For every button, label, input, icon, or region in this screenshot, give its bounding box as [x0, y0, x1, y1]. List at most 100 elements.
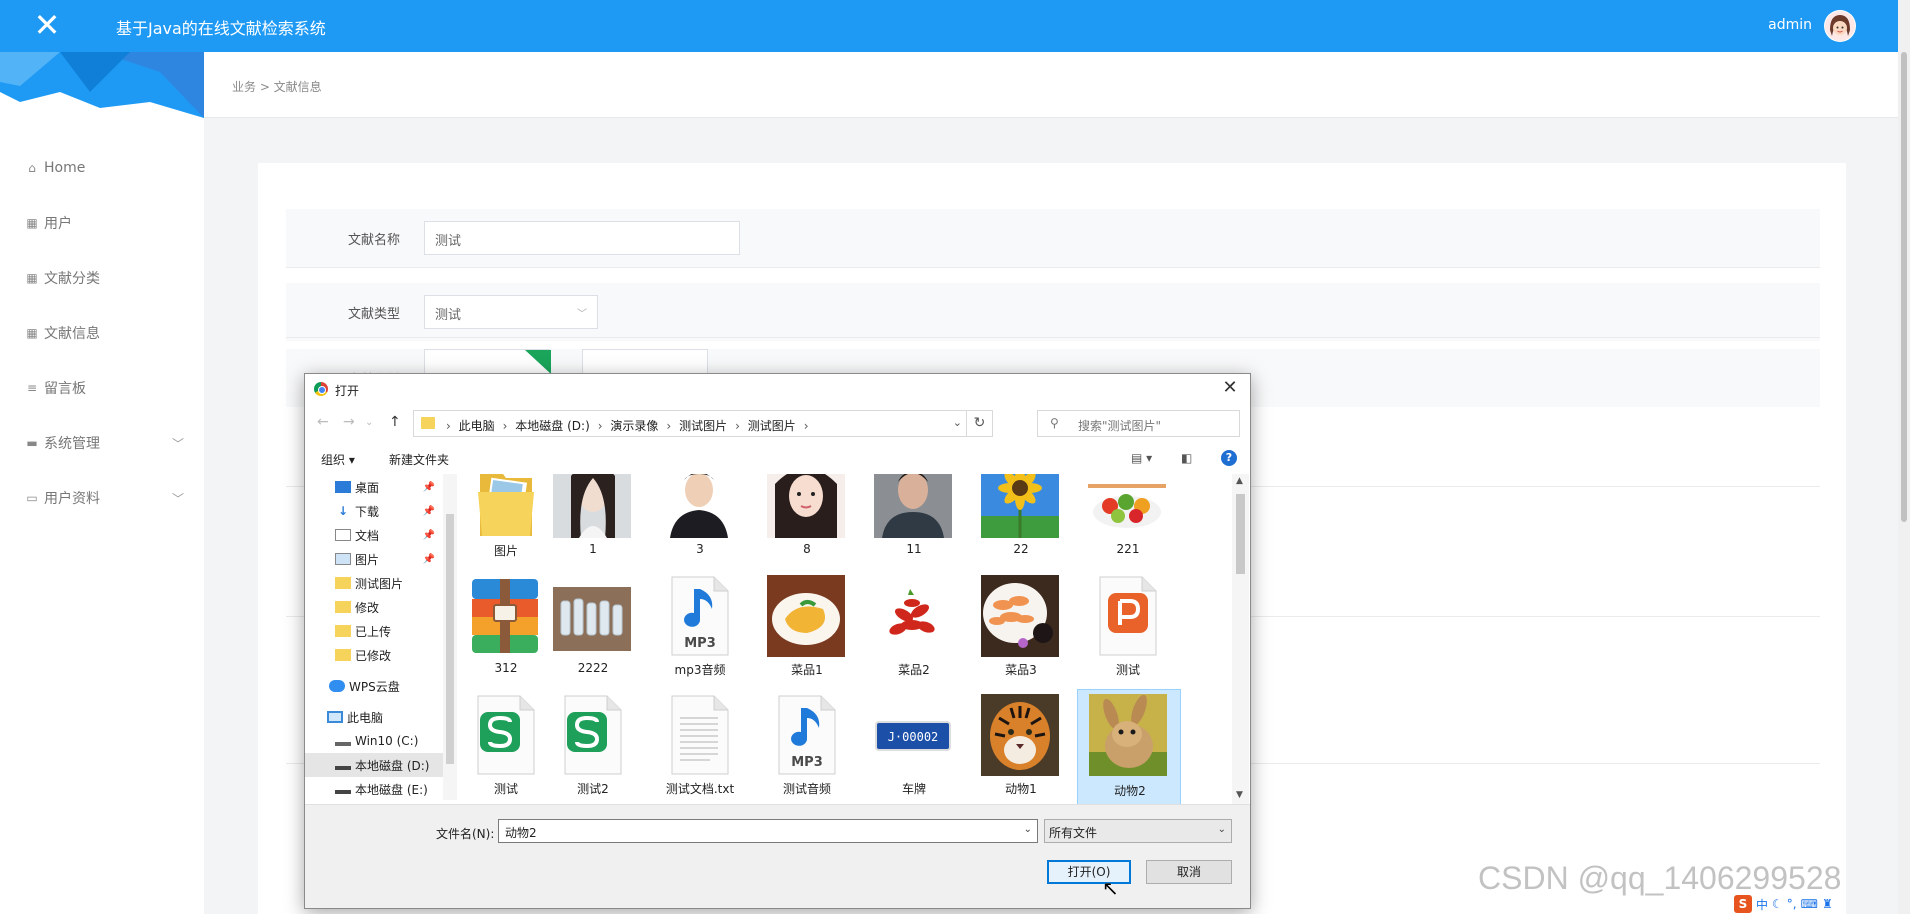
path-segment[interactable]: 测试图片: [679, 419, 727, 433]
folder-icon: [335, 625, 351, 637]
file-grid-scrollbar[interactable]: ▲ ▼: [1232, 474, 1249, 804]
avatar[interactable]: [1824, 10, 1856, 42]
dialog-titlebar[interactable]: 打开 ✕: [305, 374, 1250, 404]
name-label: 文献名称: [348, 233, 401, 248]
new-folder-button[interactable]: 新建文件夹: [389, 451, 449, 468]
help-icon[interactable]: ?: [1221, 450, 1237, 466]
file-item[interactable]: 测试文档.txt: [652, 692, 748, 804]
file-item[interactable]: 312: [458, 573, 554, 685]
punctuation-icon[interactable]: °,: [1787, 897, 1797, 911]
file-item[interactable]: 2222: [545, 573, 641, 685]
nav-item-label: 网络: [347, 800, 371, 801]
app-title: 基于Java的在线文献检索系统: [116, 19, 326, 38]
sidebar-item-categories[interactable]: ▦ 文献分类: [0, 250, 204, 305]
file-item[interactable]: 菜品3: [973, 573, 1069, 685]
nav-item-desktop[interactable]: 桌面 📌: [305, 475, 443, 499]
file-item[interactable]: MP3 测试音频: [759, 692, 855, 804]
file-item[interactable]: 图片: [458, 474, 554, 566]
ime-icon[interactable]: S: [1734, 895, 1752, 913]
recent-chevron-icon[interactable]: ⌄: [365, 417, 373, 428]
sidebar-item-documents[interactable]: ▦ 文献信息: [0, 305, 204, 360]
nav-item-folder[interactable]: 已上传: [305, 619, 443, 643]
file-item[interactable]: 1: [545, 474, 641, 566]
sidebar-item-home[interactable]: ⌂ Home: [0, 140, 204, 195]
drive-icon: [335, 736, 351, 746]
back-arrow-icon[interactable]: ←: [317, 414, 329, 430]
nav-item-wps-cloud[interactable]: WPS云盘: [305, 674, 443, 698]
photo-thumbnail: [1089, 694, 1167, 776]
nav-item-documents[interactable]: 文档 📌: [305, 523, 443, 547]
file-item[interactable]: 22: [973, 474, 1069, 566]
nav-item-pictures[interactable]: 图片 📌: [305, 547, 443, 571]
page-scrollbar[interactable]: [1898, 0, 1910, 914]
photo-thumbnail: [981, 694, 1059, 776]
moon-icon[interactable]: ☾: [1772, 897, 1783, 911]
up-arrow-icon[interactable]: ↑: [389, 414, 401, 430]
chevron-down-icon[interactable]: ⌄: [953, 416, 962, 429]
folder-icon: [335, 649, 351, 661]
cancel-button[interactable]: 取消: [1146, 860, 1232, 884]
navigation-scrollbar[interactable]: [443, 474, 457, 800]
forward-arrow-icon[interactable]: →: [343, 414, 355, 430]
filetype-select[interactable]: 所有文件 ⌄: [1044, 819, 1232, 843]
download-icon: ↓: [337, 504, 349, 518]
nav-item-label: WPS云盘: [349, 679, 400, 694]
shirt-icon[interactable]: ♜: [1822, 897, 1833, 911]
file-item[interactable]: 菜品1: [759, 573, 855, 685]
view-icon[interactable]: ▤ ▾: [1131, 451, 1152, 465]
file-item[interactable]: MP3 mp3音频: [652, 573, 748, 685]
nav-item-folder[interactable]: 测试图片: [305, 571, 443, 595]
close-icon[interactable]: ✕: [1218, 377, 1242, 401]
scroll-up-icon[interactable]: ▲: [1236, 476, 1243, 486]
sidebar-item-users[interactable]: ▦ 用户: [0, 195, 204, 250]
nav-item-folder[interactable]: 已修改: [305, 643, 443, 667]
refresh-icon[interactable]: ↻: [966, 411, 992, 436]
menu-toggle-close-icon[interactable]: ✕: [30, 8, 64, 42]
sidebar-item-messages[interactable]: ≡ 留言板: [0, 360, 204, 415]
photo-thumbnail: [553, 474, 631, 538]
sidebar-item-profile[interactable]: ▭ 用户资料 ﹀: [0, 470, 204, 525]
path-segment[interactable]: 本地磁盘 (D:): [515, 419, 589, 433]
keyboard-icon[interactable]: ⌨: [1801, 897, 1818, 911]
search-input[interactable]: ⚲ 搜索"测试图片": [1037, 410, 1240, 437]
filename-input[interactable]: 动物2 ⌄: [498, 819, 1038, 843]
nav-item-folder[interactable]: 修改: [305, 595, 443, 619]
dialog-title: 打开: [335, 384, 360, 398]
address-bar[interactable]: › 此电脑 › 本地磁盘 (D:) › 演示录像 › 测试图片 › 测试图片 › ⌄ ↻: [413, 410, 993, 437]
file-item[interactable]: J·00002 车牌: [866, 692, 962, 804]
scroll-down-icon[interactable]: ▼: [1236, 790, 1243, 800]
nav-item-drive-c[interactable]: Win10 (C:): [305, 729, 443, 753]
file-item[interactable]: 测试: [1080, 573, 1176, 685]
username[interactable]: admin: [1768, 17, 1812, 33]
nav-item-this-pc[interactable]: 此电脑: [305, 705, 443, 729]
language-indicator[interactable]: 中: [1756, 896, 1768, 913]
organize-button[interactable]: 组织 ▾: [321, 451, 355, 468]
preview-pane-icon[interactable]: ◧: [1181, 451, 1192, 465]
scroll-thumb[interactable]: [446, 514, 454, 764]
path-segment[interactable]: 测试图片: [748, 419, 796, 433]
file-item[interactable]: 11: [866, 474, 962, 566]
file-name: 测试文档.txt: [665, 782, 735, 796]
page-scroll-thumb[interactable]: [1901, 52, 1907, 522]
type-select[interactable]: 测试 ﹀: [424, 295, 598, 329]
scroll-thumb[interactable]: [1236, 494, 1245, 574]
file-item[interactable]: 测试: [458, 692, 554, 804]
file-item[interactable]: 测试2: [545, 692, 641, 804]
file-item[interactable]: 221: [1080, 474, 1176, 566]
file-item-selected[interactable]: 动物2: [1077, 689, 1181, 804]
file-item[interactable]: 菜品2: [866, 573, 962, 685]
nav-item-downloads[interactable]: ↓ 下载 📌: [305, 499, 443, 523]
file-item[interactable]: 3: [652, 474, 748, 566]
nav-item-network[interactable]: 网络: [305, 796, 443, 800]
chevron-down-icon[interactable]: ⌄: [1024, 824, 1032, 835]
nav-item-label: 已上传: [355, 624, 392, 639]
type-label: 文献类型: [348, 307, 401, 322]
path-segment[interactable]: 此电脑: [459, 419, 495, 433]
name-input[interactable]: 测试: [424, 221, 740, 255]
file-item[interactable]: 8: [759, 474, 855, 566]
nav-item-drive-d[interactable]: 本地磁盘 (D:): [305, 753, 443, 777]
sidebar-item-system[interactable]: ▬ 系统管理 ﹀: [0, 415, 204, 470]
file-item[interactable]: 动物1: [973, 692, 1069, 804]
nav-item-label: 本地磁盘 (D:): [355, 758, 430, 773]
path-segment[interactable]: 演示录像: [610, 419, 658, 433]
